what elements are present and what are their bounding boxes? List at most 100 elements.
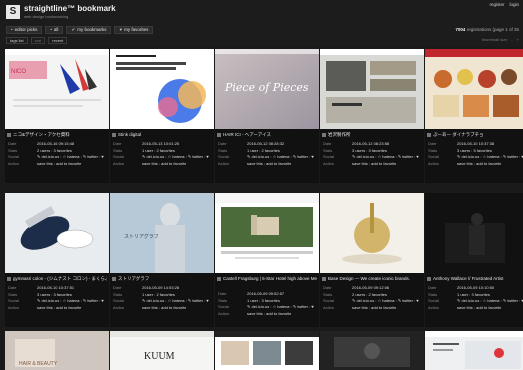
bookmark-meta: Date 2016-05-09 09:52:57 Stats 1 user : 3 f… bbox=[215, 291, 319, 317]
bookmark-card: HAIR & BEAUTY bbox=[5, 331, 109, 370]
action-links[interactable]: save this : add to favorite bbox=[142, 305, 186, 312]
favicon-icon bbox=[217, 276, 221, 281]
svg-text:ストリアグラフ: ストリアグラフ bbox=[124, 233, 159, 240]
bookmark-title-text: Base Design — We create iconic brands. bbox=[328, 276, 410, 281]
site-thumbnail[interactable] bbox=[110, 49, 214, 129]
site-thumbnail[interactable]: KUUM bbox=[110, 331, 214, 370]
favicon-icon bbox=[7, 276, 11, 281]
bookmark-title-text: gymnasri colon - (ジムナスト コロン) - まくらぶサイ ズ bbox=[13, 276, 107, 281]
nav-label: editor picks bbox=[14, 27, 38, 32]
nav-my-bookmarks[interactable]: ✔ my bookmarks bbox=[66, 26, 112, 34]
action-links[interactable]: save this : add to favorite bbox=[37, 305, 81, 312]
bookmark-meta: Date 2016-05-09 10:10:50 Stats 1 user : 3 f… bbox=[425, 285, 523, 311]
bookmark-card: Castell Fragsburg | 5-Star Hotel high ab… bbox=[215, 193, 319, 327]
action-links[interactable]: save this : add to favorite bbox=[352, 305, 396, 312]
site-logo[interactable]: S bbox=[6, 5, 20, 19]
site-thumbnail[interactable] bbox=[320, 193, 424, 273]
sub-nav: tags list sort recent bbox=[6, 37, 68, 44]
check-icon: ✔ bbox=[71, 27, 76, 32]
main-nav: • editor picks • all ✔ my bookmarks ♥ my fav… bbox=[6, 26, 154, 34]
register-link[interactable]: register bbox=[489, 2, 504, 7]
bookmark-title[interactable]: gymnasri colon - (ジムナスト コロン) - まくらぶサイ ズ bbox=[7, 276, 107, 282]
action-links[interactable]: save this : add to favorite bbox=[457, 305, 501, 312]
bookmark-title[interactable]: ニコ&デザイン・アクセ資料 bbox=[7, 132, 107, 138]
bookmark-meta: Date 2016-05-10 10:37:51 Stats 3 users : 3 … bbox=[5, 285, 109, 311]
bookmark-card: gymnasri colon - (ジムナスト コロン) - まくらぶサイ ズ D… bbox=[5, 193, 109, 327]
bookmark-card: ストリアグラフ ストリアグラフ Date 2016-05-09 14:53:28 Sta… bbox=[110, 193, 214, 327]
bookmark-title[interactable]: Base Design — We create iconic brands. bbox=[322, 276, 422, 282]
thumbnail-larger-button[interactable]: + bbox=[517, 37, 519, 42]
meta-label: Action bbox=[8, 160, 20, 166]
meta-label: Action bbox=[323, 160, 335, 166]
sort-recent-select[interactable]: recent bbox=[48, 37, 68, 44]
site-thumbnail[interactable] bbox=[425, 49, 523, 129]
bookmark-meta: Date 2016-05-12 08:23:58 Stats 3 users : 3 … bbox=[320, 141, 424, 167]
meta-row-action: Action save this : add to favorite bbox=[425, 305, 523, 312]
nav-my-favorites[interactable]: ♥ my favorites bbox=[114, 26, 154, 34]
site-thumbnail[interactable] bbox=[215, 193, 319, 273]
action-links[interactable]: save this : add to favorite bbox=[247, 311, 291, 318]
bookmark-card: Piece of Pieces HAIR ICI - ヘアーアイス Date 2016… bbox=[215, 49, 319, 183]
bookmark-title[interactable]: ぷーあー ダイナラブチョ bbox=[427, 132, 523, 138]
bookmark-card: KUUM bbox=[110, 331, 214, 370]
nav-all[interactable]: • all bbox=[45, 26, 64, 34]
site-title[interactable]: straightline™ bookmark bbox=[24, 4, 116, 13]
meta-label: Action bbox=[218, 310, 230, 316]
bookmark-meta: Date 2016-05-09 14:53:28 Stats 1 user : 2 f… bbox=[110, 285, 214, 311]
site-thumbnail[interactable] bbox=[5, 193, 109, 273]
bookmark-card: Stink digital Date 2016-05-13 10:01:25 Stat… bbox=[110, 49, 214, 183]
thumbnail-smaller-button[interactable]: - bbox=[511, 37, 512, 42]
bookmark-title[interactable]: Stink digital bbox=[112, 132, 212, 138]
site-thumbnail[interactable] bbox=[215, 331, 319, 370]
bookmark-title[interactable]: Castell Fragsburg | 5-Star Hotel high ab… bbox=[217, 276, 317, 282]
meta-row-action: Action save this : add to favorite bbox=[215, 161, 319, 168]
meta-row-action: Action save this : add to favorite bbox=[215, 311, 319, 318]
meta-label: Action bbox=[323, 304, 335, 310]
bullet-icon: • bbox=[11, 27, 13, 32]
svg-text:HAIR & BEAUTY: HAIR & BEAUTY bbox=[19, 361, 58, 367]
action-links[interactable]: save this : add to favorite bbox=[247, 161, 291, 168]
site-thumbnail[interactable]: ストリアグラフ bbox=[110, 193, 214, 273]
favicon-icon bbox=[112, 276, 116, 281]
bookmark-card bbox=[215, 331, 319, 370]
tags-list-button[interactable]: tags list bbox=[6, 37, 28, 44]
bookmark-card: 岩沢製作所 Date 2016-05-12 08:23:58 Stats 3 users… bbox=[320, 49, 424, 183]
svg-text:KUUM: KUUM bbox=[144, 351, 175, 362]
site-thumbnail[interactable] bbox=[425, 193, 523, 273]
bookmark-title[interactable]: Anthony Wallace // Frustrated Artist bbox=[427, 276, 523, 282]
login-link[interactable]: login bbox=[509, 2, 519, 7]
site-thumbnail[interactable]: Piece of Pieces bbox=[215, 49, 319, 129]
registration-count: 7004 registrations (page 1 of 35 bbox=[455, 27, 519, 32]
action-links[interactable]: save this : add to favorite bbox=[37, 161, 81, 168]
site-thumbnail[interactable] bbox=[320, 49, 424, 129]
meta-row-action: Action save this : add to favorite bbox=[5, 161, 109, 168]
nav-editor-picks[interactable]: • editor picks bbox=[6, 26, 43, 34]
bookmark-card: ぷーあー ダイナラブチョ Date 2016-05-10 10:37:38 Stats… bbox=[425, 49, 523, 183]
favicon-icon bbox=[322, 132, 326, 137]
bookmark-title-text: HAIR ICI - ヘアーアイス bbox=[223, 132, 271, 137]
account-links: register login bbox=[489, 2, 519, 7]
site-thumbnail[interactable] bbox=[320, 331, 424, 370]
sort-label: sort bbox=[30, 37, 46, 44]
action-links[interactable]: save this : add to favorite bbox=[457, 161, 501, 168]
favicon-icon bbox=[427, 132, 431, 137]
bookmark-title-text: ニコ&デザイン・アクセ資料 bbox=[13, 132, 70, 137]
bookmark-card: NICO ニコ&デザイン・アクセ資料 Date 2016-05-16 09:15:48… bbox=[5, 49, 109, 183]
meta-row-action: Action save this : add to favorite bbox=[110, 161, 214, 168]
bookmark-title-text: Castell Fragsburg | 5-Star Hotel high ab… bbox=[223, 276, 317, 281]
favicon-icon bbox=[7, 132, 11, 137]
nav-label: my favorites bbox=[124, 27, 149, 32]
bookmark-title[interactable]: 岩沢製作所 bbox=[322, 132, 422, 138]
action-links[interactable]: save this : add to favorite bbox=[352, 161, 396, 168]
bookmark-title-text: 岩沢製作所 bbox=[328, 132, 351, 137]
bookmark-title[interactable]: ストリアグラフ bbox=[112, 276, 212, 282]
site-thumbnail[interactable]: NICO bbox=[5, 49, 109, 129]
site-thumbnail[interactable]: HAIR & BEAUTY bbox=[5, 331, 109, 370]
meta-label: Action bbox=[428, 160, 440, 166]
meta-row-action: Action save this : add to favorite bbox=[425, 161, 523, 168]
bookmark-title[interactable]: HAIR ICI - ヘアーアイス bbox=[217, 132, 317, 138]
site-thumbnail[interactable] bbox=[425, 331, 523, 370]
count-text: registrations (page 1 of 35 bbox=[466, 27, 519, 32]
action-links[interactable]: save this : add to favorite bbox=[142, 161, 186, 168]
meta-label: Action bbox=[113, 160, 125, 166]
